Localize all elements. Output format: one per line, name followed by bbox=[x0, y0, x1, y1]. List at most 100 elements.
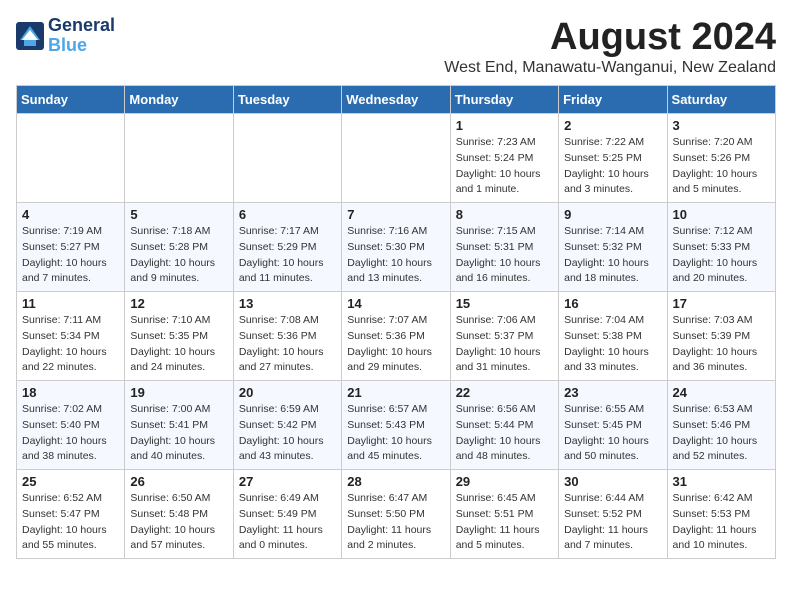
sunrise-text: Sunrise: 6:45 AM bbox=[456, 491, 553, 507]
calendar-day-cell: 26 Sunrise: 6:50 AM Sunset: 5:48 PM Dayl… bbox=[125, 470, 233, 559]
day-number: 21 bbox=[347, 385, 444, 400]
day-number: 1 bbox=[456, 118, 553, 133]
day-number: 5 bbox=[130, 207, 227, 222]
sunset-text: Sunset: 5:36 PM bbox=[239, 329, 336, 345]
daylight-text: Daylight: 11 hours and 10 minutes. bbox=[673, 523, 770, 555]
calendar-day-cell: 25 Sunrise: 6:52 AM Sunset: 5:47 PM Dayl… bbox=[17, 470, 125, 559]
day-info: Sunrise: 7:17 AM Sunset: 5:29 PM Dayligh… bbox=[239, 224, 336, 287]
day-info: Sunrise: 6:50 AM Sunset: 5:48 PM Dayligh… bbox=[130, 491, 227, 554]
sunrise-text: Sunrise: 7:00 AM bbox=[130, 402, 227, 418]
calendar-day-cell: 5 Sunrise: 7:18 AM Sunset: 5:28 PM Dayli… bbox=[125, 203, 233, 292]
sunset-text: Sunset: 5:52 PM bbox=[564, 507, 661, 523]
day-info: Sunrise: 7:07 AM Sunset: 5:36 PM Dayligh… bbox=[347, 313, 444, 376]
daylight-text: Daylight: 10 hours and 24 minutes. bbox=[130, 345, 227, 377]
calendar-day-cell: 24 Sunrise: 6:53 AM Sunset: 5:46 PM Dayl… bbox=[667, 381, 775, 470]
logo: General Blue bbox=[16, 16, 115, 56]
sunrise-text: Sunrise: 7:18 AM bbox=[130, 224, 227, 240]
daylight-text: Daylight: 10 hours and 33 minutes. bbox=[564, 345, 661, 377]
calendar-day-cell bbox=[233, 114, 341, 203]
sunrise-text: Sunrise: 6:53 AM bbox=[673, 402, 770, 418]
sunrise-text: Sunrise: 6:49 AM bbox=[239, 491, 336, 507]
daylight-text: Daylight: 10 hours and 20 minutes. bbox=[673, 256, 770, 288]
calendar-day-cell: 3 Sunrise: 7:20 AM Sunset: 5:26 PM Dayli… bbox=[667, 114, 775, 203]
sunrise-text: Sunrise: 7:04 AM bbox=[564, 313, 661, 329]
logo-icon bbox=[16, 22, 44, 50]
sunrise-text: Sunrise: 7:02 AM bbox=[22, 402, 119, 418]
sunrise-text: Sunrise: 6:44 AM bbox=[564, 491, 661, 507]
sunrise-text: Sunrise: 7:10 AM bbox=[130, 313, 227, 329]
logo-text: General Blue bbox=[48, 16, 115, 56]
sunset-text: Sunset: 5:35 PM bbox=[130, 329, 227, 345]
sunrise-text: Sunrise: 7:16 AM bbox=[347, 224, 444, 240]
sunset-text: Sunset: 5:48 PM bbox=[130, 507, 227, 523]
sunset-text: Sunset: 5:51 PM bbox=[456, 507, 553, 523]
day-info: Sunrise: 6:55 AM Sunset: 5:45 PM Dayligh… bbox=[564, 402, 661, 465]
sunrise-text: Sunrise: 7:23 AM bbox=[456, 135, 553, 151]
day-number: 26 bbox=[130, 474, 227, 489]
calendar-day-cell bbox=[342, 114, 450, 203]
day-info: Sunrise: 7:14 AM Sunset: 5:32 PM Dayligh… bbox=[564, 224, 661, 287]
calendar: SundayMondayTuesdayWednesdayThursdayFrid… bbox=[16, 85, 776, 559]
day-number: 11 bbox=[22, 296, 119, 311]
sunrise-text: Sunrise: 6:59 AM bbox=[239, 402, 336, 418]
sunrise-text: Sunrise: 6:50 AM bbox=[130, 491, 227, 507]
calendar-day-cell: 16 Sunrise: 7:04 AM Sunset: 5:38 PM Dayl… bbox=[559, 292, 667, 381]
day-number: 17 bbox=[673, 296, 770, 311]
sunset-text: Sunset: 5:36 PM bbox=[347, 329, 444, 345]
sunrise-text: Sunrise: 6:57 AM bbox=[347, 402, 444, 418]
sunrise-text: Sunrise: 7:03 AM bbox=[673, 313, 770, 329]
sunrise-text: Sunrise: 7:15 AM bbox=[456, 224, 553, 240]
daylight-text: Daylight: 10 hours and 52 minutes. bbox=[673, 434, 770, 466]
day-info: Sunrise: 6:53 AM Sunset: 5:46 PM Dayligh… bbox=[673, 402, 770, 465]
location-title: West End, Manawatu-Wanganui, New Zealand bbox=[444, 59, 776, 77]
daylight-text: Daylight: 10 hours and 22 minutes. bbox=[22, 345, 119, 377]
sunrise-text: Sunrise: 7:22 AM bbox=[564, 135, 661, 151]
daylight-text: Daylight: 11 hours and 5 minutes. bbox=[456, 523, 553, 555]
calendar-day-cell bbox=[17, 114, 125, 203]
day-info: Sunrise: 7:02 AM Sunset: 5:40 PM Dayligh… bbox=[22, 402, 119, 465]
calendar-day-cell: 19 Sunrise: 7:00 AM Sunset: 5:41 PM Dayl… bbox=[125, 381, 233, 470]
calendar-day-cell: 28 Sunrise: 6:47 AM Sunset: 5:50 PM Dayl… bbox=[342, 470, 450, 559]
day-info: Sunrise: 6:44 AM Sunset: 5:52 PM Dayligh… bbox=[564, 491, 661, 554]
calendar-week-row: 1 Sunrise: 7:23 AM Sunset: 5:24 PM Dayli… bbox=[17, 114, 776, 203]
month-title: August 2024 bbox=[444, 16, 776, 59]
day-info: Sunrise: 7:19 AM Sunset: 5:27 PM Dayligh… bbox=[22, 224, 119, 287]
day-info: Sunrise: 7:10 AM Sunset: 5:35 PM Dayligh… bbox=[130, 313, 227, 376]
day-number: 2 bbox=[564, 118, 661, 133]
calendar-day-cell: 11 Sunrise: 7:11 AM Sunset: 5:34 PM Dayl… bbox=[17, 292, 125, 381]
sunrise-text: Sunrise: 7:12 AM bbox=[673, 224, 770, 240]
calendar-day-cell: 2 Sunrise: 7:22 AM Sunset: 5:25 PM Dayli… bbox=[559, 114, 667, 203]
day-number: 19 bbox=[130, 385, 227, 400]
day-info: Sunrise: 7:12 AM Sunset: 5:33 PM Dayligh… bbox=[673, 224, 770, 287]
day-number: 25 bbox=[22, 474, 119, 489]
daylight-text: Daylight: 10 hours and 43 minutes. bbox=[239, 434, 336, 466]
weekday-header: Friday bbox=[559, 86, 667, 114]
calendar-day-cell: 27 Sunrise: 6:49 AM Sunset: 5:49 PM Dayl… bbox=[233, 470, 341, 559]
daylight-text: Daylight: 10 hours and 29 minutes. bbox=[347, 345, 444, 377]
logo-line1: General bbox=[48, 16, 115, 36]
sunset-text: Sunset: 5:43 PM bbox=[347, 418, 444, 434]
sunset-text: Sunset: 5:29 PM bbox=[239, 240, 336, 256]
weekday-header: Wednesday bbox=[342, 86, 450, 114]
day-number: 27 bbox=[239, 474, 336, 489]
sunrise-text: Sunrise: 7:14 AM bbox=[564, 224, 661, 240]
calendar-day-cell: 17 Sunrise: 7:03 AM Sunset: 5:39 PM Dayl… bbox=[667, 292, 775, 381]
sunrise-text: Sunrise: 7:08 AM bbox=[239, 313, 336, 329]
calendar-day-cell: 20 Sunrise: 6:59 AM Sunset: 5:42 PM Dayl… bbox=[233, 381, 341, 470]
calendar-header-row: SundayMondayTuesdayWednesdayThursdayFrid… bbox=[17, 86, 776, 114]
daylight-text: Daylight: 10 hours and 45 minutes. bbox=[347, 434, 444, 466]
day-number: 7 bbox=[347, 207, 444, 222]
calendar-day-cell: 6 Sunrise: 7:17 AM Sunset: 5:29 PM Dayli… bbox=[233, 203, 341, 292]
daylight-text: Daylight: 10 hours and 11 minutes. bbox=[239, 256, 336, 288]
day-info: Sunrise: 6:45 AM Sunset: 5:51 PM Dayligh… bbox=[456, 491, 553, 554]
sunset-text: Sunset: 5:40 PM bbox=[22, 418, 119, 434]
calendar-day-cell: 14 Sunrise: 7:07 AM Sunset: 5:36 PM Dayl… bbox=[342, 292, 450, 381]
day-info: Sunrise: 6:47 AM Sunset: 5:50 PM Dayligh… bbox=[347, 491, 444, 554]
daylight-text: Daylight: 10 hours and 1 minute. bbox=[456, 167, 553, 199]
calendar-day-cell: 9 Sunrise: 7:14 AM Sunset: 5:32 PM Dayli… bbox=[559, 203, 667, 292]
calendar-day-cell: 31 Sunrise: 6:42 AM Sunset: 5:53 PM Dayl… bbox=[667, 470, 775, 559]
sunset-text: Sunset: 5:32 PM bbox=[564, 240, 661, 256]
day-number: 3 bbox=[673, 118, 770, 133]
day-number: 9 bbox=[564, 207, 661, 222]
day-number: 10 bbox=[673, 207, 770, 222]
